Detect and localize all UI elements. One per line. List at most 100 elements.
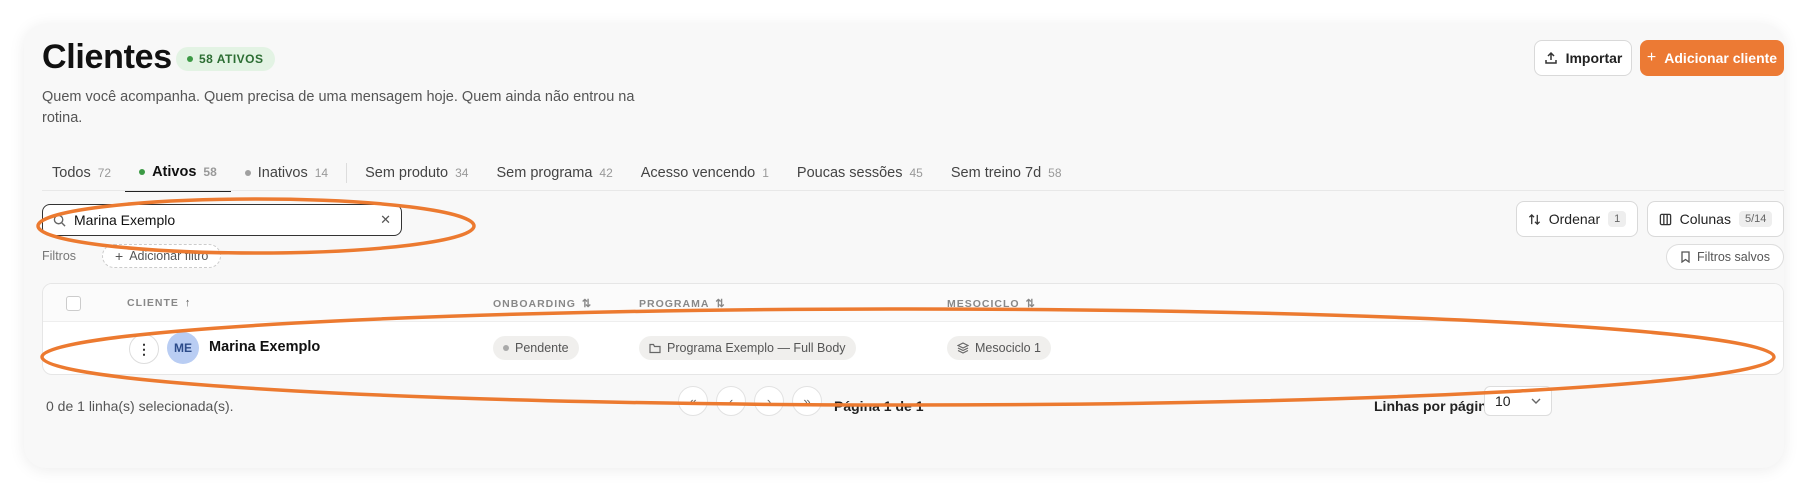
selection-status: 0 de 1 linha(s) selecionada(s). <box>46 398 234 414</box>
tab-poucas-sessoes[interactable]: Poucas sessões 45 <box>783 154 937 192</box>
program-label: Programa Exemplo — Full Body <box>667 341 846 355</box>
folder-icon <box>649 343 661 353</box>
layers-icon <box>957 342 969 354</box>
tab-sem-programa[interactable]: Sem programa 42 <box>482 154 626 192</box>
sort-icon <box>1528 213 1540 225</box>
select-all-checkbox[interactable] <box>66 296 81 311</box>
header-label: MESOCICLO <box>947 297 1020 310</box>
tab-count: 1 <box>762 166 769 180</box>
rows-per-page-select[interactable]: 10 <box>1484 386 1552 416</box>
column-header-onboarding[interactable]: ONBOARDING ⇅ <box>493 297 593 311</box>
mesocycle-label: Mesociclo 1 <box>975 341 1041 355</box>
tab-label: Sem treino 7d <box>950 165 1042 181</box>
header-label: CLIENTE <box>127 297 179 309</box>
sort-icon: ⇅ <box>715 298 726 310</box>
tab-label: Poucas sessões <box>796 165 903 181</box>
plus-icon: + <box>1646 49 1657 66</box>
row-menu-button[interactable]: ⋮ <box>129 334 159 364</box>
columns-label: Colunas <box>1679 211 1731 227</box>
clients-page-card: Clientes 58 ATIVOS Quem você acompanha. … <box>24 24 1784 468</box>
saved-filters-button[interactable]: Filtros salvos <box>1666 244 1784 270</box>
tab-label: Sem programa <box>496 165 593 181</box>
column-header-mesocycle[interactable]: MESOCICLO ⇅ <box>947 297 1036 311</box>
column-header-client[interactable]: CLIENTE ↑ <box>127 297 191 309</box>
onboarding-label: Pendente <box>515 341 569 355</box>
page-subtitle: Quem você acompanha. Quem precisa de uma… <box>42 89 635 126</box>
columns-count: 5/14 <box>1738 211 1773 227</box>
inactive-dot-icon <box>244 170 251 176</box>
search-icon <box>53 214 66 227</box>
sort-label: Ordenar <box>1548 211 1601 227</box>
avatar: ME <box>167 332 199 364</box>
previous-page-button[interactable]: ‹ <box>716 386 746 416</box>
saved-filters-label: Filtros salvos <box>1697 250 1770 264</box>
columns-button[interactable]: Colunas 5/14 <box>1647 201 1784 237</box>
import-button[interactable]: Importar <box>1534 40 1632 76</box>
tabs-divider <box>42 190 1784 191</box>
client-name[interactable]: Marina Exemplo <box>209 339 320 355</box>
tab-sem-produto[interactable]: Sem produto 34 <box>351 154 482 192</box>
table-row[interactable]: ⋮ ME Marina Exemplo Pendente Programa Ex… <box>43 322 1783 374</box>
badge-label: 58 ATIVOS <box>199 52 264 66</box>
column-header-program[interactable]: PROGRAMA ⇅ <box>639 297 726 311</box>
onboarding-status-chip: Pendente <box>493 336 579 360</box>
plus-icon: + <box>115 248 124 264</box>
sort-icon: ⇅ <box>581 298 593 310</box>
chevron-down-icon <box>1531 398 1541 404</box>
tab-count: 34 <box>455 166 469 180</box>
bookmark-icon <box>1681 251 1690 263</box>
sort-asc-icon: ↑ <box>184 297 192 309</box>
page-title: Clientes <box>42 38 172 76</box>
table-header: CLIENTE ↑ ONBOARDING ⇅ PROGRAMA ⇅ MESOCI… <box>43 284 1783 322</box>
clients-table: CLIENTE ↑ ONBOARDING ⇅ PROGRAMA ⇅ MESOCI… <box>42 283 1784 375</box>
tab-divider <box>346 163 348 183</box>
tab-label: Inativos <box>257 165 308 181</box>
add-filter-label: Adicionar filtro <box>129 249 209 263</box>
tab-sem-treino[interactable]: Sem treino 7d 58 <box>937 154 1076 192</box>
tab-count: 45 <box>909 166 923 180</box>
tab-label: Todos <box>52 165 91 181</box>
active-dot-icon <box>139 169 146 175</box>
chevron-left-icon: ‹ <box>728 393 734 409</box>
sort-count: 1 <box>1608 211 1627 227</box>
double-chevron-left-icon: « <box>689 393 697 409</box>
active-count-badge: 58 ATIVOS <box>176 47 275 71</box>
first-page-button[interactable]: « <box>678 386 708 416</box>
rows-per-page-label: Linhas por página <box>1374 398 1495 414</box>
search-input[interactable]: Marina Exemplo ✕ <box>42 204 402 236</box>
tab-label: Ativos <box>152 164 197 180</box>
tab-count: 42 <box>599 166 613 180</box>
rows-per-page-value: 10 <box>1495 393 1511 409</box>
sort-button[interactable]: Ordenar 1 <box>1516 201 1638 237</box>
header-label: ONBOARDING <box>493 297 576 310</box>
add-filter-button[interactable]: + Adicionar filtro <box>102 244 222 268</box>
tab-ativos[interactable]: Ativos 58 <box>125 154 231 192</box>
tab-count: 58 <box>1048 166 1062 180</box>
tab-count: 58 <box>203 165 217 179</box>
add-client-label: Adicionar cliente <box>1664 50 1778 66</box>
columns-icon <box>1659 213 1671 225</box>
page-indicator: Página 1 de 1 <box>834 398 924 414</box>
tab-label: Acesso vencendo <box>640 165 756 181</box>
clear-search-icon[interactable]: ✕ <box>380 212 391 228</box>
last-page-button[interactable]: » <box>792 386 822 416</box>
mesocycle-chip[interactable]: Mesociclo 1 <box>947 336 1051 360</box>
tab-todos[interactable]: Todos 72 <box>38 154 125 192</box>
add-client-button[interactable]: + Adicionar cliente <box>1640 40 1784 76</box>
status-dot-icon <box>187 56 193 62</box>
tab-inativos[interactable]: Inativos 14 <box>231 154 342 192</box>
sort-icon: ⇅ <box>1025 298 1036 310</box>
next-page-button[interactable]: › <box>754 386 784 416</box>
chevron-right-icon: › <box>766 393 772 409</box>
status-dot-icon <box>503 345 509 351</box>
program-chip[interactable]: Programa Exemplo — Full Body <box>639 336 856 360</box>
import-label: Importar <box>1565 50 1623 66</box>
double-chevron-right-icon: » <box>803 393 811 409</box>
upload-icon <box>1544 51 1557 64</box>
header-label: PROGRAMA <box>639 297 710 310</box>
tab-label: Sem produto <box>365 165 449 181</box>
tab-count: 14 <box>314 166 329 180</box>
tab-count: 72 <box>97 166 112 180</box>
search-value: Marina Exemplo <box>74 212 176 228</box>
tab-acesso-vencendo[interactable]: Acesso vencendo 1 <box>627 154 783 192</box>
